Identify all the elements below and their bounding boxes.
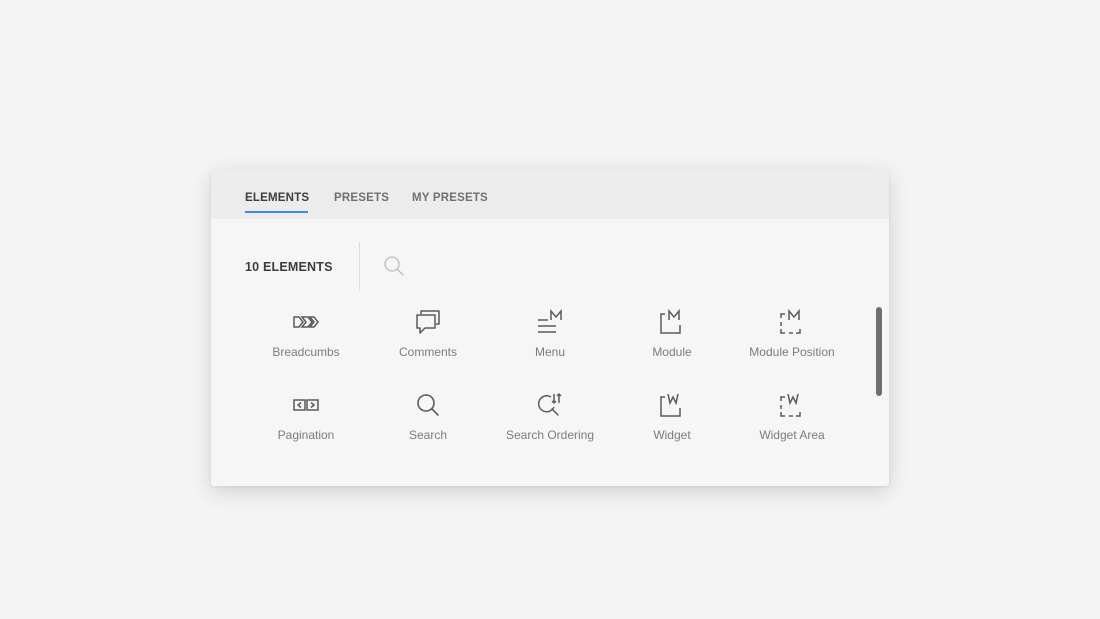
element-module-position[interactable]: Module Position (731, 308, 853, 371)
element-pagination[interactable]: Pagination (245, 392, 367, 454)
tab-bar: ELEMENTS PRESETS MY PRESETS (211, 169, 889, 219)
scrollbar-thumb[interactable] (876, 307, 882, 396)
element-label: Breadcumbs (272, 345, 340, 359)
element-module[interactable]: Module (611, 308, 733, 371)
module-icon (659, 308, 685, 335)
element-search-ordering[interactable]: Search Ordering (489, 392, 611, 454)
tab-my-presets[interactable]: MY PRESETS (412, 192, 488, 204)
element-menu[interactable]: Menu (489, 308, 611, 371)
breadcrumbs-icon (293, 309, 319, 335)
pagination-icon (293, 392, 319, 418)
element-label: Search Ordering (505, 428, 595, 442)
element-label: Menu (534, 345, 566, 359)
tab-elements[interactable]: ELEMENTS (245, 192, 309, 204)
tab-presets[interactable]: PRESETS (334, 192, 389, 204)
element-breadcumbs[interactable]: Breadcumbs (245, 309, 367, 371)
element-label: Module (652, 345, 692, 359)
widget-icon (659, 392, 685, 418)
menu-icon (537, 308, 563, 335)
comments-icon (415, 309, 441, 335)
element-label: Comments (398, 345, 457, 359)
search-ordering-icon (537, 392, 563, 418)
element-widget[interactable]: Widget (611, 392, 733, 454)
module-position-icon (779, 308, 805, 335)
search-icon[interactable] (383, 255, 405, 277)
header-divider (359, 242, 360, 291)
element-search[interactable]: Search (367, 392, 489, 454)
element-label: Pagination (277, 428, 335, 442)
element-label: Widget (653, 428, 691, 442)
element-count: 10 ELEMENTS (245, 260, 333, 274)
element-label: Search (408, 428, 448, 442)
element-comments[interactable]: Comments (367, 309, 489, 371)
widget-area-icon (779, 392, 805, 418)
elements-modal: ELEMENTS PRESETS MY PRESETS 10 ELEMENTS … (211, 169, 889, 486)
search-icon (415, 392, 441, 418)
element-label: Module Position (749, 345, 835, 359)
element-widget-area[interactable]: Widget Area (731, 392, 853, 454)
element-label: Widget Area (759, 428, 825, 442)
active-tab-indicator (245, 211, 308, 213)
